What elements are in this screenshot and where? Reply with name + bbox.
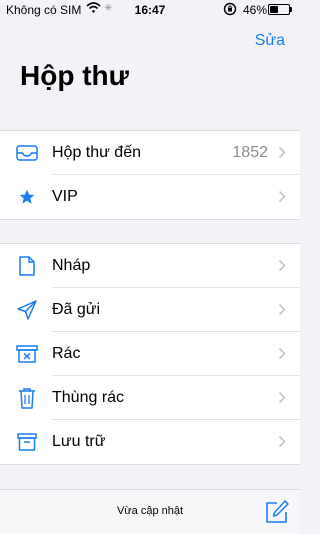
chevron-right-icon	[278, 259, 286, 277]
chevron-right-icon	[278, 146, 286, 164]
archive-box-icon	[14, 430, 40, 454]
compose-button[interactable]	[264, 499, 290, 525]
inbox-tray-icon	[14, 141, 40, 165]
folder-label: Lưu trữ	[52, 433, 106, 450]
unread-count: 1852	[232, 144, 268, 161]
star-icon	[14, 185, 40, 209]
page-title: Hộp thư	[20, 60, 129, 91]
update-status: Vừa cập nhật	[116, 505, 184, 517]
folder-row-trash[interactable]: Thùng rác	[0, 376, 300, 420]
chevron-right-icon	[278, 347, 286, 365]
mailbox-label: VIP	[52, 188, 78, 205]
mailboxes-section: Hộp thư đến 1852 VIP	[0, 130, 300, 220]
chevron-right-icon	[278, 303, 286, 321]
folder-label: Thùng rác	[52, 389, 125, 406]
folder-row-archive[interactable]: Lưu trữ	[0, 420, 300, 464]
document-icon	[14, 254, 40, 278]
compose-icon	[266, 500, 289, 523]
chevron-right-icon	[278, 190, 286, 208]
battery-icon	[268, 4, 292, 15]
battery-percent: 46%	[243, 3, 268, 17]
chevron-right-icon	[278, 391, 286, 409]
folder-row-sent[interactable]: Đã gửi	[0, 288, 300, 332]
chevron-right-icon	[278, 435, 286, 453]
mailbox-row-inbox[interactable]: Hộp thư đến 1852	[0, 131, 300, 175]
mailbox-label: Hộp thư đến	[52, 144, 141, 161]
bottom-toolbar: Vừa cập nhật	[0, 489, 300, 534]
folder-row-junk[interactable]: Rác	[0, 332, 300, 376]
folders-section: Nháp Đã gửi Rác Thùng rác Lưu trữ	[0, 243, 300, 465]
folder-label: Nháp	[52, 257, 91, 274]
junk-box-icon	[14, 342, 40, 366]
folder-label: Đã gửi	[52, 301, 101, 318]
orientation-lock-icon	[223, 2, 237, 19]
status-bar: Không có SIM ✳ 16:47 46%	[0, 0, 300, 20]
edit-button[interactable]: Sửa	[255, 32, 285, 50]
paper-plane-icon	[14, 298, 40, 322]
trash-icon	[14, 386, 40, 410]
folder-label: Rác	[52, 345, 81, 362]
folder-row-drafts[interactable]: Nháp	[0, 244, 300, 288]
mailbox-row-vip[interactable]: VIP	[0, 175, 300, 219]
